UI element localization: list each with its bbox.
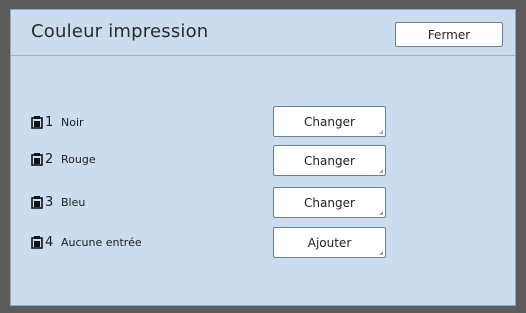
print-color-dialog: Couleur impression Fermer 1 Noir Changer… bbox=[10, 9, 516, 306]
close-button-label: Fermer bbox=[427, 27, 471, 42]
corner-mark-icon bbox=[379, 169, 383, 173]
drum-number: 3 bbox=[45, 194, 54, 210]
close-button[interactable]: Fermer bbox=[395, 22, 503, 47]
add-button-4[interactable]: Ajouter bbox=[273, 227, 386, 258]
corner-mark-icon bbox=[379, 211, 383, 215]
change-button-3[interactable]: Changer bbox=[273, 187, 386, 218]
corner-mark-icon bbox=[379, 130, 383, 134]
dialog-header: Couleur impression Fermer bbox=[11, 10, 515, 56]
drum-row-2: 2 Rouge bbox=[31, 149, 96, 169]
drum-number: 4 bbox=[45, 234, 54, 250]
add-button-label: Ajouter bbox=[307, 235, 352, 250]
drum-color-label: Bleu bbox=[61, 195, 86, 209]
change-button-1[interactable]: Changer bbox=[273, 106, 386, 137]
drum-row-4: 4 Aucune entrée bbox=[31, 232, 142, 252]
drum-color-label: Noir bbox=[61, 115, 84, 129]
drum-number: 2 bbox=[45, 151, 54, 167]
drum-row-3: 3 Bleu bbox=[31, 192, 85, 212]
drum-color-label: Aucune entrée bbox=[61, 235, 142, 249]
change-button-label: Changer bbox=[304, 114, 355, 129]
ink-drum-icon bbox=[31, 153, 43, 166]
ink-drum-icon bbox=[31, 116, 43, 129]
ink-drum-icon bbox=[31, 236, 43, 249]
change-button-label: Changer bbox=[304, 153, 355, 168]
drum-color-label: Rouge bbox=[61, 152, 96, 166]
change-button-2[interactable]: Changer bbox=[273, 145, 386, 176]
change-button-label: Changer bbox=[304, 195, 355, 210]
drum-number: 1 bbox=[45, 114, 54, 130]
dialog-title: Couleur impression bbox=[31, 21, 209, 42]
corner-mark-icon bbox=[379, 251, 383, 255]
drum-row-1: 1 Noir bbox=[31, 112, 84, 132]
ink-drum-icon bbox=[31, 196, 43, 209]
